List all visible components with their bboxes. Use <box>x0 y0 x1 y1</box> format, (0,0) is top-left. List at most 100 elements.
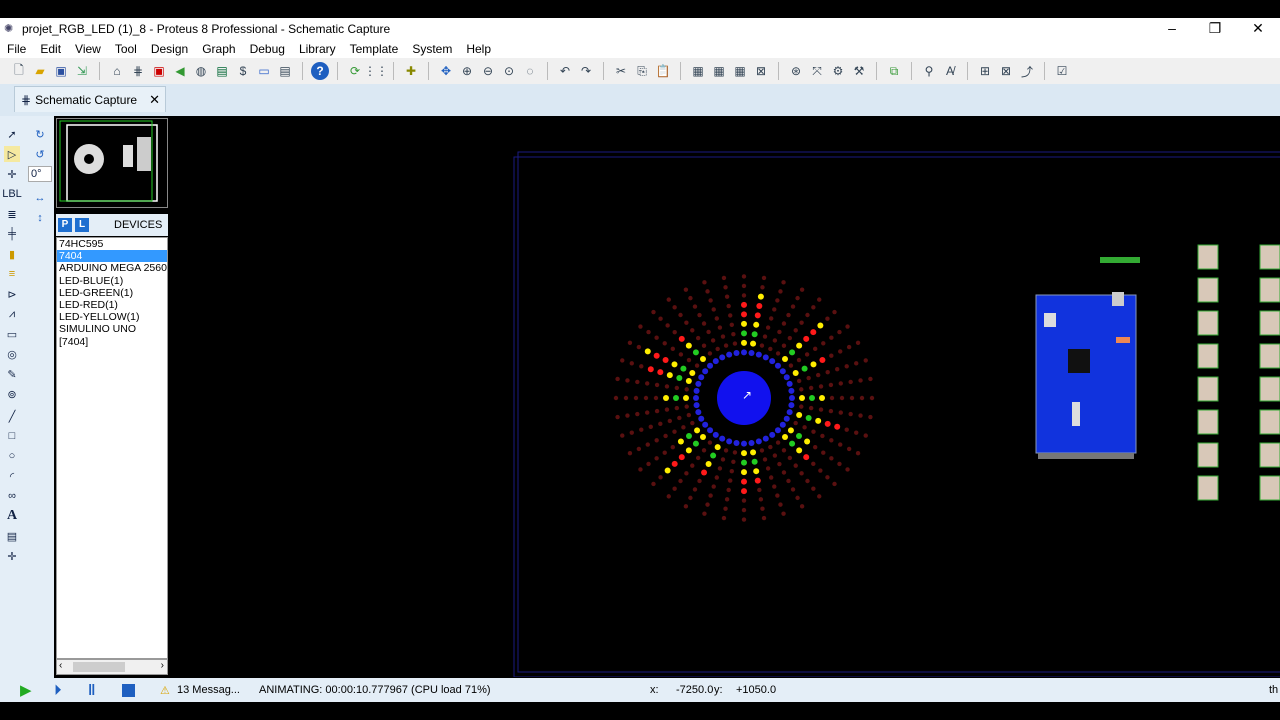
pause-button[interactable]: ‖ <box>88 682 95 699</box>
list-item[interactable]: LED-YELLOW(1) <box>57 311 167 323</box>
decompose-icon[interactable]: ⚒ <box>850 62 868 80</box>
line-icon[interactable]: ╱ <box>4 408 20 424</box>
search-icon[interactable]: ⚲ <box>920 62 938 80</box>
subcircuit-icon[interactable]: ▮ <box>4 246 20 262</box>
menu-file[interactable]: File <box>0 42 33 56</box>
horizontal-scrollbar[interactable]: ‹ › <box>56 659 168 675</box>
3d-icon[interactable]: ◍ <box>192 62 210 80</box>
rotate-ccw-icon[interactable]: ↺ <box>32 146 48 162</box>
make-device-icon[interactable]: ⤧ <box>808 62 826 80</box>
menu-help[interactable]: Help <box>459 42 498 56</box>
menu-library[interactable]: Library <box>292 42 343 56</box>
minimize-button[interactable]: – <box>1150 18 1194 39</box>
close-button[interactable]: ✕ <box>1236 18 1280 39</box>
box-icon[interactable]: □ <box>4 428 20 444</box>
package-tool-icon[interactable]: ⚙ <box>829 62 847 80</box>
bus-icon[interactable]: ╪ <box>4 226 20 242</box>
menu-template[interactable]: Template <box>343 42 406 56</box>
schematic-canvas[interactable]: ↗ <box>172 117 1280 678</box>
text-icon[interactable]: A <box>4 508 20 524</box>
bom-icon[interactable]: ▤ <box>213 62 231 80</box>
cost-icon[interactable]: $ <box>234 62 252 80</box>
scrollbar-thumb[interactable] <box>73 662 125 672</box>
list-item[interactable]: SIMULINO UNO <box>57 323 167 335</box>
wire-autorouter-icon[interactable]: ⧉ <box>885 62 903 80</box>
menu-system[interactable]: System <box>405 42 459 56</box>
list-item[interactable]: 74HC595 <box>57 238 167 250</box>
import-icon[interactable]: ⇲ <box>73 62 91 80</box>
play-button[interactable]: ▶ <box>20 681 32 699</box>
pcb-icon[interactable]: ▣ <box>150 62 168 80</box>
zoom-in-icon[interactable]: ⊕ <box>458 62 476 80</box>
gerber-icon[interactable]: ◀ <box>171 62 189 80</box>
pick-devices-button[interactable]: P <box>58 218 72 232</box>
text-script-icon[interactable]: ≣ <box>4 206 20 222</box>
mirror-horizontal-icon[interactable]: ↔ <box>32 190 48 206</box>
list-item[interactable]: LED-GREEN(1) <box>57 287 167 299</box>
messages-count[interactable]: 13 Messag... <box>177 684 240 696</box>
overview-window[interactable] <box>56 118 168 208</box>
probe-icon[interactable]: ✎ <box>4 366 20 382</box>
block-copy-icon[interactable]: ▦ <box>689 62 707 80</box>
copy-icon[interactable]: ⎘ <box>633 62 651 80</box>
notes-icon[interactable]: ▭ <box>255 62 273 80</box>
step-button[interactable]: ⏵ <box>54 682 62 699</box>
list-item[interactable]: 7404 <box>57 250 167 263</box>
zoom-area-icon[interactable]: ◌ <box>521 62 539 80</box>
junction-icon[interactable]: ✛ <box>4 166 20 182</box>
library-manager-button[interactable]: L <box>75 218 89 232</box>
tab-close-icon[interactable]: ✕ <box>149 92 160 108</box>
home-icon[interactable]: ⌂ <box>108 62 126 80</box>
circle-icon[interactable]: ○ <box>4 448 20 464</box>
wire-label-icon[interactable]: LBL <box>2 186 22 202</box>
block-move-icon[interactable]: ▦ <box>710 62 728 80</box>
component-mode-icon[interactable]: ▷ <box>4 146 20 162</box>
menu-edit[interactable]: Edit <box>33 42 68 56</box>
menu-graph[interactable]: Graph <box>195 42 242 56</box>
grid-icon[interactable]: ⋮⋮ <box>364 62 388 80</box>
maximize-button[interactable]: ❐ <box>1193 18 1237 39</box>
menu-debug[interactable]: Debug <box>243 42 292 56</box>
rotate-cw-icon[interactable]: ↻ <box>32 126 48 142</box>
help-icon[interactable]: ? <box>311 62 329 80</box>
list-item[interactable]: LED-BLUE(1) <box>57 275 167 287</box>
path-icon[interactable]: ∞ <box>4 488 20 504</box>
menu-tool[interactable]: Tool <box>108 42 144 56</box>
origin-icon[interactable]: ✚ <box>402 62 420 80</box>
zoom-out-icon[interactable]: ⊖ <box>479 62 497 80</box>
new-icon[interactable]: 🗋 <box>10 62 28 80</box>
scroll-left-icon[interactable]: ‹ <box>59 660 62 671</box>
menu-view[interactable]: View <box>68 42 108 56</box>
property-tool-icon[interactable]: A̸ <box>941 62 959 80</box>
pick-device-icon[interactable]: ⊛ <box>787 62 805 80</box>
mirror-vertical-icon[interactable]: ↕ <box>32 210 48 226</box>
refresh-icon[interactable]: ⟳ <box>346 62 364 80</box>
generator-icon[interactable]: ◎ <box>4 346 20 362</box>
block-delete-icon[interactable]: ⊠ <box>752 62 770 80</box>
erc-report-icon[interactable]: ☑ <box>1053 62 1071 80</box>
tape-icon[interactable]: ▭ <box>4 326 20 342</box>
undo-icon[interactable]: ↶ <box>556 62 574 80</box>
pan-icon[interactable]: ✥ <box>437 62 455 80</box>
remove-sheet-icon[interactable]: ⊠ <box>997 62 1015 80</box>
selection-mode-icon[interactable]: ➚ <box>4 126 20 142</box>
list-item[interactable]: LED-RED(1) <box>57 299 167 311</box>
exit-to-parent-icon[interactable]: ⤴ <box>1018 62 1036 80</box>
open-icon[interactable]: ▰ <box>31 62 49 80</box>
save-icon[interactable]: ▣ <box>52 62 70 80</box>
list-item[interactable]: ARDUINO MEGA 2560 <box>57 262 167 274</box>
stop-button[interactable] <box>122 683 135 697</box>
report-icon[interactable]: ▤ <box>276 62 294 80</box>
list-item[interactable]: [7404] <box>57 336 167 348</box>
block-rotate-icon[interactable]: ▦ <box>731 62 749 80</box>
zoom-all-icon[interactable]: ⊙ <box>500 62 518 80</box>
menu-design[interactable]: Design <box>144 42 195 56</box>
scroll-right-icon[interactable]: › <box>161 660 164 671</box>
pin-icon[interactable]: ⊳ <box>4 286 20 302</box>
paste-icon[interactable]: 📋 <box>654 62 672 80</box>
graph-icon[interactable]: ⩘ <box>4 306 20 322</box>
cut-icon[interactable]: ✂ <box>612 62 630 80</box>
terminal-icon[interactable]: ≡ <box>4 266 20 282</box>
marker-icon[interactable]: ✛ <box>4 548 20 564</box>
new-sheet-icon[interactable]: ⊞ <box>976 62 994 80</box>
